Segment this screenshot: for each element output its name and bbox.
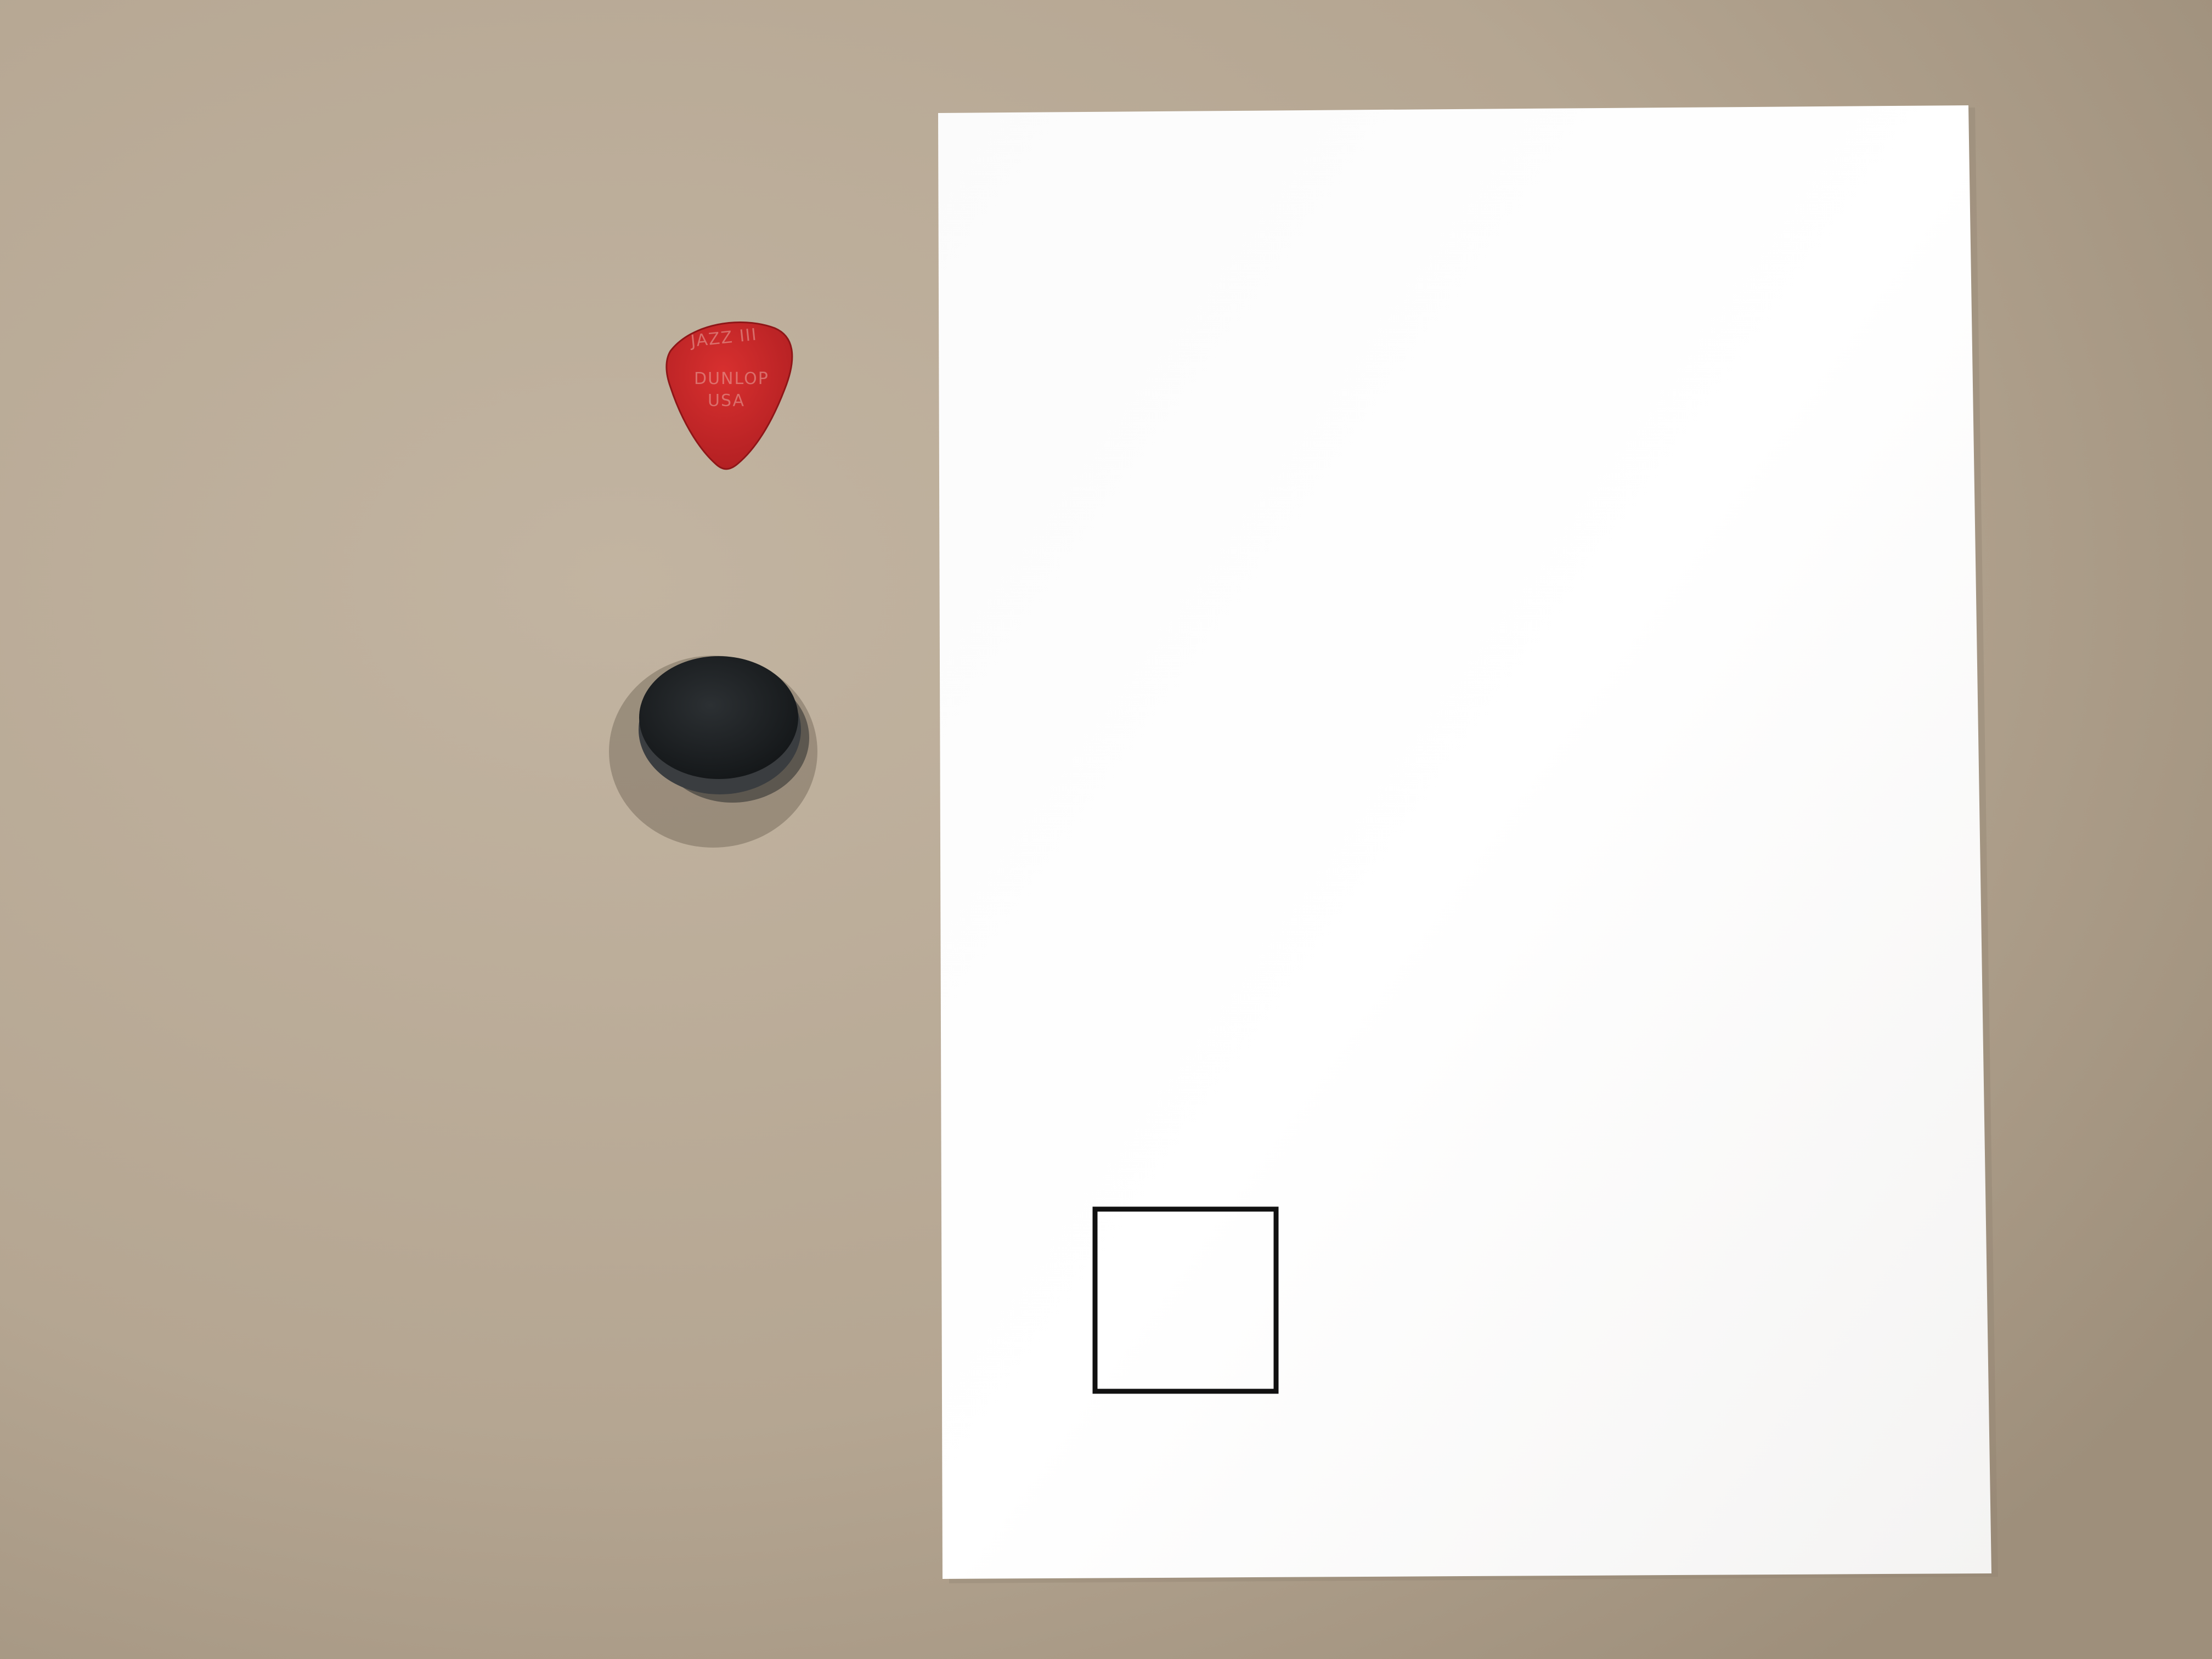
jar-lid	[609, 656, 817, 848]
scene: JAZZ III DUNLOP USA	[0, 0, 2212, 1659]
pick-lettering-3: USA	[708, 391, 745, 410]
pick-lettering-2: DUNLOP	[694, 369, 769, 388]
